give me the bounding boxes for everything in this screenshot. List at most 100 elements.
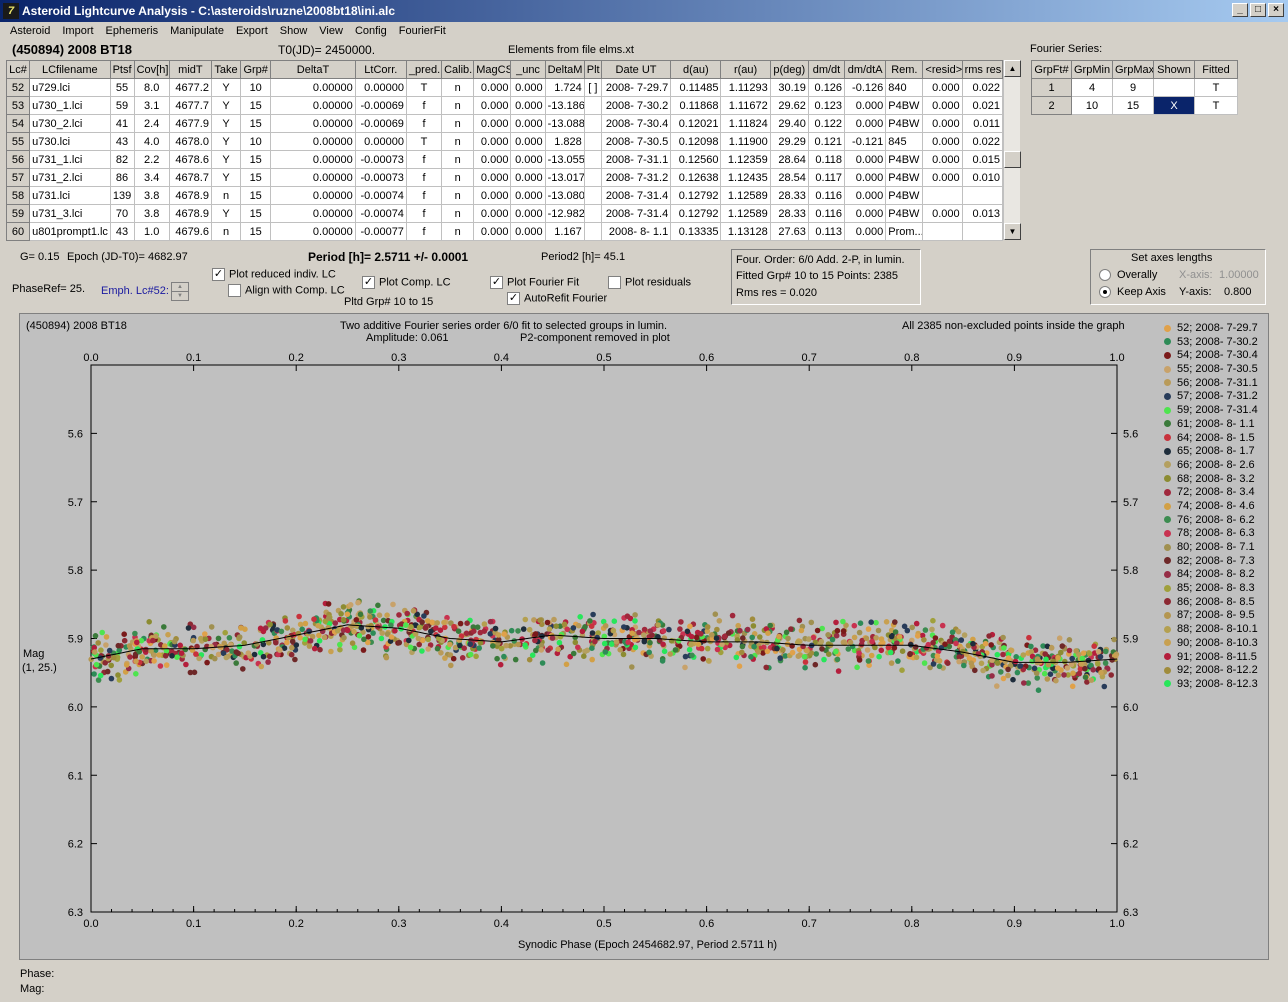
column-header[interactable]: Rem. [885, 60, 924, 79]
column-header[interactable]: dm/dt [807, 60, 846, 79]
table-cell[interactable]: 28.64 [769, 150, 809, 169]
table-cell[interactable]: 0.00000 [270, 222, 356, 241]
table-cell[interactable]: u731.lci [29, 186, 111, 205]
table-cell[interactable]: 1.12589 [720, 204, 771, 223]
table-cell[interactable]: Prom... [885, 222, 924, 241]
table-cell[interactable]: 840 [885, 78, 924, 97]
table-cell[interactable]: P4BW [885, 204, 924, 223]
table-cell[interactable]: 41 [109, 114, 135, 133]
table-cell[interactable] [583, 222, 602, 241]
table-cell[interactable]: 0.013 [961, 204, 1004, 223]
column-header[interactable]: Take [210, 60, 242, 79]
table-cell[interactable]: 0.000 [510, 150, 546, 169]
plot-residuals-checkbox[interactable]: Plot residuals [608, 276, 691, 289]
table-cell[interactable]: 15 [240, 204, 272, 223]
table-cell[interactable]: 70 [109, 204, 135, 223]
column-header[interactable]: Lc# [5, 60, 31, 79]
table-row[interactable]: 52 u729.lci 55 8.0 4677.2 Y 10 0.00000 0.00000 Tn… [5, 78, 1004, 97]
table-cell[interactable]: -0.00077 [354, 222, 407, 241]
table-row[interactable]: 57 u731_2.lci 86 3.4 4678.7 Y 15 0.00000 -0.0007… [5, 168, 1004, 187]
table-cell[interactable]: [ ] [583, 78, 602, 97]
table-cell[interactable]: 0.123 [807, 96, 846, 115]
table-cell[interactable]: 0.000 [510, 204, 546, 223]
minimize-button[interactable]: _ [1232, 3, 1248, 17]
table-cell[interactable]: 15 [240, 96, 272, 115]
scroll-thumb[interactable] [1004, 151, 1021, 168]
table-cell[interactable]: 2008- 7-30.4 [600, 114, 672, 133]
table-cell[interactable]: u730_1.lci [29, 96, 111, 115]
table-cell[interactable]: 0.12021 [670, 114, 722, 133]
table-cell[interactable]: 0.000 [473, 150, 512, 169]
table-cell[interactable]: 15 [240, 186, 272, 205]
column-header[interactable]: _pred. [405, 60, 443, 79]
table-cell[interactable]: 0.000 [473, 168, 512, 187]
table-cell[interactable]: 0.113 [807, 222, 846, 241]
keep-axis-radio[interactable]: Keep Axis [1099, 286, 1166, 299]
table-cell[interactable]: 0.000 [844, 204, 887, 223]
fourier-cell[interactable] [1153, 78, 1195, 97]
table-cell[interactable]: u731_3.lci [29, 204, 111, 223]
row-header-cell[interactable]: 57 [5, 168, 31, 187]
table-cell[interactable] [583, 132, 602, 151]
radio-on-icon[interactable] [1099, 286, 1111, 299]
table-cell[interactable]: 0.000 [922, 150, 963, 169]
table-cell[interactable] [583, 186, 602, 205]
table-cell[interactable]: P4BW [885, 150, 924, 169]
table-cell[interactable]: 0.12638 [670, 168, 722, 187]
table-cell[interactable]: 2008- 7-30.2 [600, 96, 672, 115]
table-cell[interactable]: 0.000 [473, 132, 512, 151]
table-cell[interactable]: 0.000 [922, 132, 963, 151]
table-cell[interactable]: 15 [240, 150, 272, 169]
table-cell[interactable]: 4677.2 [168, 78, 212, 97]
fourier-cell[interactable]: T [1194, 96, 1238, 115]
table-cell[interactable]: n [210, 186, 242, 205]
table-cell[interactable]: 845 [885, 132, 924, 151]
table-cell[interactable]: 0.000 [473, 204, 512, 223]
table-cell[interactable]: T [405, 132, 443, 151]
table-cell[interactable]: u730.lci [29, 132, 111, 151]
table-cell[interactable]: -0.00074 [354, 204, 407, 223]
column-header[interactable]: Plt [583, 60, 602, 79]
table-cell[interactable]: 0.11485 [670, 78, 722, 97]
table-cell[interactable]: 1.11824 [720, 114, 771, 133]
table-cell[interactable]: 28.54 [769, 168, 809, 187]
table-cell[interactable]: 0.00000 [270, 78, 356, 97]
column-header[interactable]: Date UT [600, 60, 672, 79]
table-cell[interactable]: 3.4 [133, 168, 170, 187]
table-cell[interactable]: 0.00000 [270, 168, 356, 187]
table-cell[interactable] [922, 186, 963, 205]
table-cell[interactable]: f [405, 186, 443, 205]
table-cell[interactable]: 0.011 [961, 114, 1004, 133]
table-cell[interactable]: 0.021 [961, 96, 1004, 115]
table-cell[interactable]: 4.0 [133, 132, 170, 151]
table-cell[interactable]: 1.12435 [720, 168, 771, 187]
table-cell[interactable]: 0.000 [510, 186, 546, 205]
table-cell[interactable]: 0.000 [473, 222, 512, 241]
table-cell[interactable]: -0.00069 [354, 96, 407, 115]
lightcurve-plot[interactable]: (450894) 2008 BT18 Two additive Fourier … [19, 313, 1269, 960]
fourier-cell[interactable]: 2 [1031, 96, 1072, 115]
table-cell[interactable]: P4BW [885, 168, 924, 187]
table-cell[interactable]: 1.11900 [720, 132, 771, 151]
table-cell[interactable]: 0.118 [807, 150, 846, 169]
fourier-cell[interactable]: 15 [1112, 96, 1154, 115]
table-cell[interactable]: f [405, 222, 443, 241]
checkbox-checked-icon[interactable]: ✓ [490, 276, 503, 289]
fourier-row[interactable]: 1 4 9 T [1031, 78, 1238, 97]
table-cell[interactable]: 0.000 [844, 150, 887, 169]
table-cell[interactable] [583, 168, 602, 187]
table-cell[interactable]: n [441, 114, 475, 133]
menu-manipulate[interactable]: Manipulate [164, 22, 230, 41]
checkbox-checked-icon[interactable]: ✓ [362, 276, 375, 289]
column-header[interactable]: Calib. [441, 60, 475, 79]
table-cell[interactable]: u730_2.lci [29, 114, 111, 133]
table-cell[interactable]: 0.000 [473, 96, 512, 115]
table-scrollbar[interactable]: ▲ ▼ [1003, 60, 1021, 240]
menu-asteroid[interactable]: Asteroid [4, 22, 56, 41]
table-cell[interactable]: 0.126 [807, 78, 846, 97]
plot-reduced-checkbox[interactable]: ✓ Plot reduced indiv. LC [212, 268, 336, 281]
table-cell[interactable]: 0.000 [510, 96, 546, 115]
table-cell[interactable]: 0.000 [844, 168, 887, 187]
table-cell[interactable]: 3.8 [133, 204, 170, 223]
table-cell[interactable]: -0.00069 [354, 114, 407, 133]
